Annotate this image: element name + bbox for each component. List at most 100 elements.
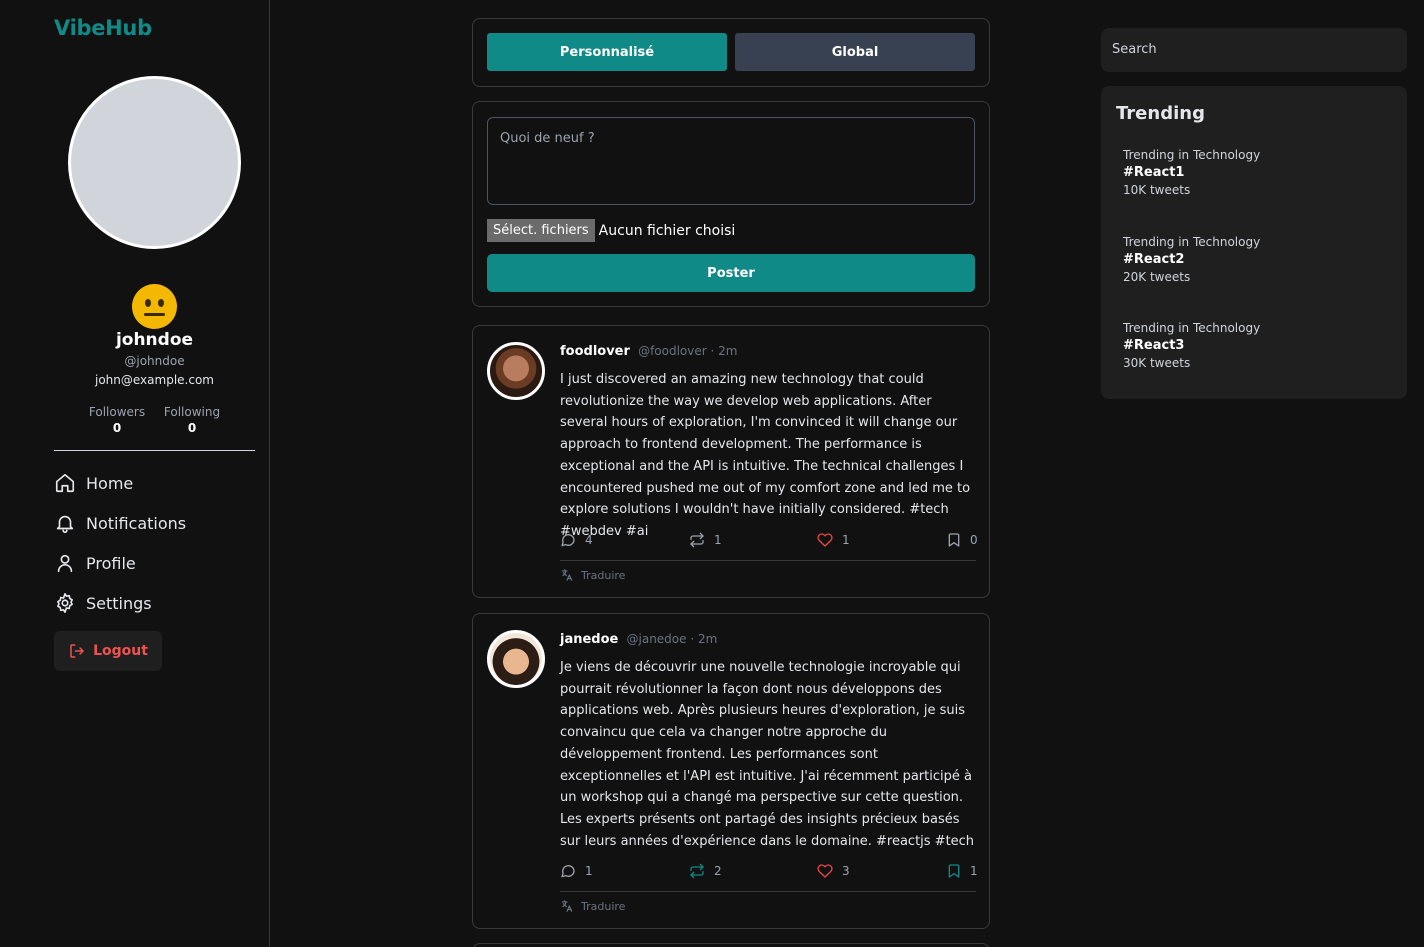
logout-label: Logout bbox=[93, 643, 148, 659]
like-button[interactable]: 1 bbox=[817, 532, 850, 548]
feed-tabs: Personnalisé Global bbox=[472, 18, 990, 87]
compose-textarea[interactable]: Quoi de neuf ? bbox=[487, 117, 975, 205]
post-actions: 1 2 3 1 bbox=[560, 863, 978, 883]
home-icon bbox=[55, 473, 75, 493]
post-author[interactable]: janedoe bbox=[560, 632, 618, 647]
like-count: 3 bbox=[842, 864, 850, 878]
like-count: 1 bbox=[842, 533, 850, 547]
trend-tag: #React3 bbox=[1123, 338, 1185, 353]
profile-email: john@example.com bbox=[95, 373, 214, 387]
translate-label: Traduire bbox=[581, 568, 626, 582]
trend-item[interactable]: Trending in Technology #React1 10K tweet… bbox=[1123, 148, 1260, 197]
bookmark-icon bbox=[948, 533, 960, 547]
followers-count: 0 bbox=[112, 421, 122, 435]
sidebar-divider bbox=[54, 450, 255, 451]
bell-icon bbox=[56, 515, 74, 533]
post-author[interactable]: foodlover bbox=[560, 344, 630, 359]
main-nav: Home Notifications Profile Settings bbox=[54, 463, 186, 623]
heart-icon bbox=[817, 533, 833, 547]
bookmark-button[interactable]: 0 bbox=[946, 532, 978, 548]
author-avatar[interactable] bbox=[487, 630, 545, 688]
translate-icon bbox=[561, 900, 573, 912]
post-card: foodlover @foodlover · 2m I just discove… bbox=[472, 325, 990, 598]
trend-item[interactable]: Trending in Technology #React2 20K tweet… bbox=[1123, 235, 1260, 284]
nav-label-notifications: Notifications bbox=[86, 513, 187, 533]
retweet-icon bbox=[690, 863, 704, 879]
profile-username: johndoe bbox=[115, 330, 194, 350]
following-label: Following bbox=[163, 405, 221, 419]
comment-count: 1 bbox=[585, 864, 593, 878]
retweet-button[interactable]: 2 bbox=[689, 863, 722, 879]
file-picker: Sélect. fichiers Aucun fichier choisi bbox=[487, 219, 735, 242]
translate-button[interactable]: Traduire bbox=[560, 568, 625, 582]
left-sidebar: VibeHub johndoe @johndoe john@example.co… bbox=[0, 0, 270, 947]
post-button[interactable]: Poster bbox=[487, 254, 975, 292]
search-input[interactable]: Search bbox=[1101, 28, 1407, 72]
brand-logo[interactable]: VibeHub bbox=[54, 16, 152, 40]
bookmark-count: 0 bbox=[970, 533, 978, 547]
translate-label: Traduire bbox=[581, 899, 626, 913]
choose-file-button[interactable]: Sélect. fichiers bbox=[487, 219, 595, 242]
like-button[interactable]: 3 bbox=[817, 863, 850, 879]
translate-button[interactable]: Traduire bbox=[560, 899, 625, 913]
bookmark-icon bbox=[948, 864, 960, 878]
trend-tag: #React2 bbox=[1123, 252, 1185, 267]
author-avatar[interactable] bbox=[487, 342, 545, 400]
nav-label-home: Home bbox=[86, 473, 134, 493]
comment-icon bbox=[561, 534, 575, 547]
trend-count: 30K tweets bbox=[1123, 356, 1191, 370]
trend-count: 10K tweets bbox=[1123, 183, 1191, 197]
nav-label-settings: Settings bbox=[86, 593, 152, 613]
user-icon bbox=[57, 554, 73, 573]
comment-count: 4 bbox=[585, 533, 593, 547]
post-meta: @foodlover · 2m bbox=[638, 344, 738, 358]
trend-category: Trending in Technology bbox=[1123, 235, 1261, 249]
file-status: Aucun fichier choisi bbox=[598, 222, 736, 239]
translate-icon bbox=[561, 569, 573, 581]
post-text: I just discovered an amazing new technol… bbox=[560, 372, 971, 539]
retweet-icon bbox=[690, 532, 704, 548]
tab-personalized[interactable]: Personnalisé bbox=[487, 33, 727, 71]
comment-icon bbox=[561, 865, 575, 878]
comment-button[interactable]: 1 bbox=[560, 863, 593, 879]
following-stat[interactable]: Following 0 bbox=[160, 405, 224, 435]
nav-item-profile[interactable]: Profile bbox=[54, 543, 186, 583]
post-separator bbox=[560, 560, 976, 561]
logout-button[interactable]: Logout bbox=[54, 631, 162, 671]
post-header: janedoe @janedoe · 2m bbox=[560, 632, 717, 647]
nav-item-settings[interactable]: Settings bbox=[54, 583, 186, 623]
trend-item[interactable]: Trending in Technology #React3 30K tweet… bbox=[1123, 321, 1260, 370]
gear-icon bbox=[57, 593, 73, 613]
retweet-count: 2 bbox=[714, 864, 722, 878]
post-actions: 4 1 1 0 bbox=[560, 532, 978, 552]
trend-count: 20K tweets bbox=[1123, 270, 1191, 284]
trending-panel: Trending Trending in Technology #React1 … bbox=[1101, 86, 1407, 399]
post-separator bbox=[560, 891, 976, 892]
post-text: Je viens de découvrir une nouvelle techn… bbox=[560, 660, 975, 849]
trend-tag: #React1 bbox=[1123, 165, 1185, 180]
profile-avatar[interactable] bbox=[68, 76, 241, 249]
nav-item-home[interactable]: Home bbox=[54, 463, 186, 503]
logout-icon bbox=[70, 644, 84, 658]
post-meta: @janedoe · 2m bbox=[626, 632, 718, 646]
followers-label: Followers bbox=[88, 405, 146, 419]
nav-item-notifications[interactable]: Notifications bbox=[54, 503, 186, 543]
trend-category: Trending in Technology bbox=[1123, 148, 1261, 162]
bookmark-count: 1 bbox=[970, 864, 978, 878]
tab-global[interactable]: Global bbox=[735, 33, 975, 71]
post-header: foodlover @foodlover · 2m bbox=[560, 344, 737, 359]
retweet-button[interactable]: 1 bbox=[689, 532, 722, 548]
heart-icon bbox=[817, 864, 833, 878]
trend-category: Trending in Technology bbox=[1123, 321, 1261, 335]
bookmark-button[interactable]: 1 bbox=[946, 863, 978, 879]
following-count: 0 bbox=[187, 421, 197, 435]
post-composer: Quoi de neuf ? Sélect. fichiers Aucun fi… bbox=[472, 101, 990, 307]
profile-handle: @johndoe bbox=[124, 354, 185, 368]
post-card: janedoe @janedoe · 2m Je viens de découv… bbox=[472, 613, 990, 929]
nav-label-profile: Profile bbox=[86, 553, 136, 573]
comment-button[interactable]: 4 bbox=[560, 532, 593, 548]
retweet-count: 1 bbox=[714, 533, 722, 547]
followers-stat[interactable]: Followers 0 bbox=[86, 405, 148, 435]
neutral-face-icon bbox=[132, 284, 177, 329]
trending-title: Trending bbox=[1116, 103, 1205, 124]
